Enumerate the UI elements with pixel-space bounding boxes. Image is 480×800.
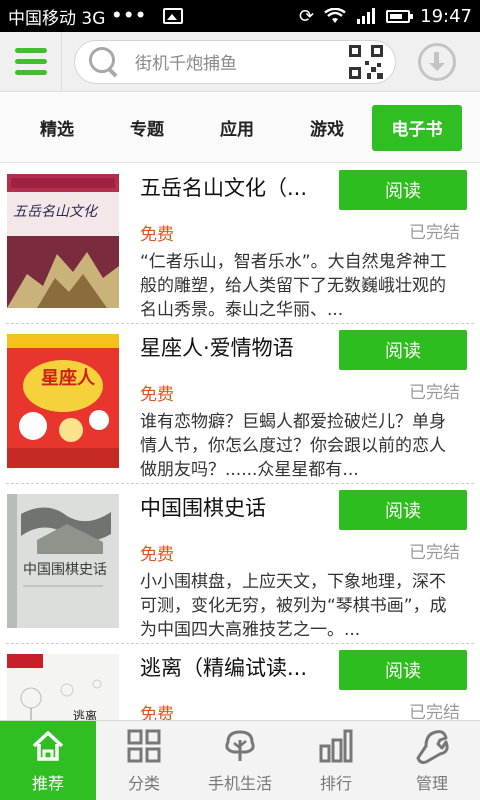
download-icon[interactable] bbox=[418, 42, 456, 81]
svg-text:逃离: 逃离 bbox=[73, 708, 97, 720]
list-item[interactable]: 五岳名山文化 五岳名山文化（... 阅读 免费 已完结 “仁者乐山，智者乐水”。… bbox=[0, 164, 480, 324]
category-tabs: 精选 专题 应用 游戏 电子书 bbox=[0, 93, 480, 163]
nav-label: 排行 bbox=[319, 773, 352, 793]
menu-icon-bar bbox=[14, 70, 47, 75]
read-button[interactable]: 阅读 bbox=[339, 170, 467, 210]
tree-icon bbox=[225, 729, 255, 761]
price-label: 免费 bbox=[140, 545, 174, 565]
read-button[interactable]: 阅读 bbox=[339, 490, 467, 530]
tab-topics[interactable]: 专题 bbox=[102, 105, 192, 151]
price-label: 免费 bbox=[140, 385, 174, 405]
search-input[interactable]: 街机千炮捕鱼 bbox=[74, 39, 396, 84]
nav-label: 管理 bbox=[415, 773, 448, 793]
list-item[interactable]: 中国围棋史话 中国围棋史话 阅读 免费 已完结 小小围棋盘，上应天文，下象地理，… bbox=[0, 484, 480, 644]
carrier-group: 中国移动 3G ••• bbox=[8, 4, 184, 29]
book-title[interactable]: 星座人·爱情物语 bbox=[140, 332, 326, 362]
book-cover[interactable]: 五岳名山文化 bbox=[7, 174, 119, 308]
read-button[interactable]: 阅读 bbox=[339, 650, 467, 690]
status-label: 已完结 bbox=[409, 703, 460, 720]
book-title[interactable]: 五岳名山文化（... bbox=[140, 172, 326, 202]
nav-manage[interactable]: 管理 bbox=[384, 721, 480, 800]
qr-scan-icon[interactable] bbox=[349, 44, 383, 79]
price-label: 免费 bbox=[140, 225, 174, 245]
book-description: 小小围棋盘，上应天文，下象地理，深不可测，变化无穷，被列为“琴棋书画”，成为中国… bbox=[140, 572, 447, 640]
home-icon bbox=[32, 730, 64, 761]
book-cover[interactable]: 逃离 bbox=[7, 654, 119, 720]
nav-ranking[interactable]: 排行 bbox=[288, 721, 384, 800]
book-title[interactable]: 逃离（精编试读... bbox=[140, 652, 326, 682]
signal-icon bbox=[357, 8, 376, 24]
book-description: “仁者乐山，智者乐水”。大自然鬼斧神工般的雕塑，给人类留下了无数巍峨壮观的名山秀… bbox=[140, 252, 447, 320]
status-label: 已完结 bbox=[409, 383, 460, 403]
battery-icon bbox=[386, 9, 414, 23]
menu-icon-bar bbox=[14, 59, 47, 64]
book-list[interactable]: 五岳名山文化 五岳名山文化（... 阅读 免费 已完结 “仁者乐山，智者乐水”。… bbox=[0, 164, 480, 720]
tab-apps[interactable]: 应用 bbox=[192, 105, 282, 151]
grid-icon bbox=[127, 729, 161, 762]
status-right: ⟳ 19:47 bbox=[299, 6, 472, 27]
list-item[interactable]: 逃离 逃离（精编试读... 阅读 免费 已完结 bbox=[0, 644, 480, 720]
svg-text:中国围棋史话: 中国围棋史话 bbox=[23, 562, 107, 578]
clock: 19:47 bbox=[420, 5, 472, 27]
image-notification-icon bbox=[163, 8, 184, 24]
book-description: 谁有恋物癖？巨蝎人都爱捡破烂儿？单身情人节，你怎么度过？你会跟以前的恋人做朋友吗… bbox=[140, 412, 446, 480]
bottom-nav: 推荐 分类 手机生活 排行 管理 bbox=[0, 720, 480, 800]
search-header: 街机千炮捕鱼 bbox=[0, 31, 480, 92]
list-item[interactable]: 星座人 星座人·爱情物语 阅读 免费 已完结 谁有恋物癖？巨蝎人都爱捡破烂儿？单… bbox=[0, 324, 480, 484]
status-label: 已完结 bbox=[409, 543, 460, 563]
search-icon bbox=[87, 45, 121, 79]
menu-icon-bar bbox=[14, 48, 47, 53]
book-cover[interactable]: 中国围棋史话 bbox=[7, 494, 119, 628]
sync-icon: ⟳ bbox=[299, 5, 315, 27]
nav-label: 分类 bbox=[127, 773, 160, 793]
wrench-icon bbox=[416, 729, 449, 764]
menu-button[interactable] bbox=[0, 31, 62, 92]
tab-games[interactable]: 游戏 bbox=[282, 105, 372, 151]
nav-recommend[interactable]: 推荐 bbox=[0, 721, 96, 800]
svg-text:五岳名山文化: 五岳名山文化 bbox=[13, 204, 99, 220]
notification-dots: ••• bbox=[111, 6, 148, 26]
nav-category[interactable]: 分类 bbox=[96, 721, 192, 800]
svg-text:星座人: 星座人 bbox=[41, 367, 96, 389]
book-title[interactable]: 中国围棋史话 bbox=[140, 492, 326, 522]
search-placeholder: 街机千炮捕鱼 bbox=[135, 54, 237, 74]
read-button[interactable]: 阅读 bbox=[339, 330, 467, 370]
nav-label: 推荐 bbox=[31, 773, 64, 793]
carrier-label: 中国移动 3G bbox=[8, 8, 106, 29]
nav-mobile-life[interactable]: 手机生活 bbox=[192, 721, 288, 800]
status-label: 已完结 bbox=[409, 223, 460, 243]
book-cover[interactable]: 星座人 bbox=[7, 334, 119, 468]
wifi-icon bbox=[324, 8, 346, 23]
status-bar: 中国移动 3G ••• ⟳ 19:47 bbox=[0, 0, 480, 32]
price-label: 免费 bbox=[140, 705, 174, 720]
tab-ebooks[interactable]: 电子书 bbox=[372, 104, 462, 151]
bar-chart-icon bbox=[319, 729, 353, 762]
tab-featured[interactable]: 精选 bbox=[12, 105, 102, 151]
nav-label: 手机生活 bbox=[207, 773, 272, 793]
